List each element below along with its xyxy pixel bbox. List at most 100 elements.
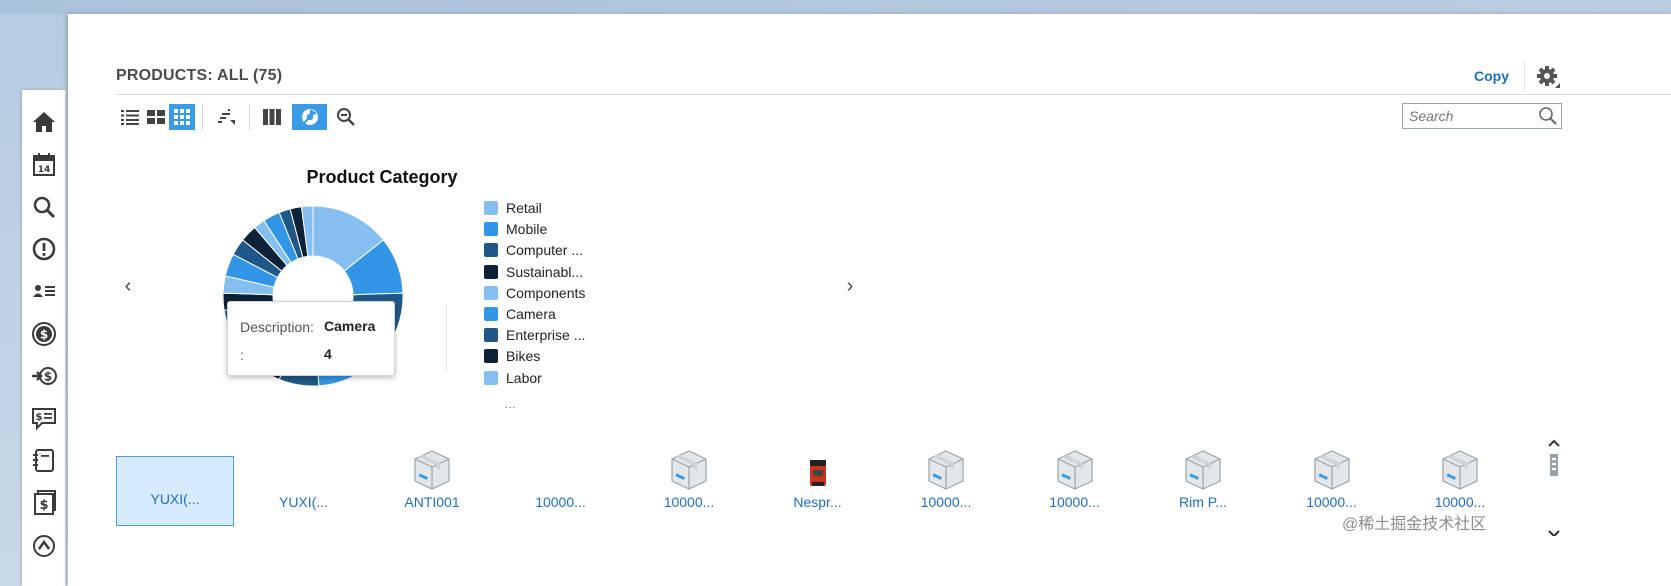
legend-swatch — [484, 307, 498, 321]
legend-item[interactable]: Bikes — [484, 346, 540, 366]
zoom-filter-icon[interactable] — [333, 104, 359, 130]
tooltip-description-value: Camera — [324, 318, 376, 334]
product-card-label[interactable]: YUXI(... — [150, 491, 199, 507]
contacts-list-icon[interactable] — [30, 277, 58, 305]
legend-item[interactable]: Components — [484, 283, 585, 303]
legend-swatch — [484, 243, 498, 258]
svg-text:$: $ — [36, 412, 43, 423]
legend-item[interactable]: Mobile — [484, 219, 547, 239]
product-card-label[interactable]: ANTI001 — [404, 494, 459, 510]
legend-item[interactable]: Labor — [484, 368, 542, 388]
product-card[interactable]: 10000... — [502, 456, 620, 526]
product-card-label[interactable]: 10000... — [1435, 494, 1486, 510]
legend-swatch — [484, 201, 498, 215]
legend-label: Retail — [506, 200, 542, 216]
alert-icon[interactable] — [30, 235, 58, 263]
search-input[interactable] — [1403, 104, 1533, 128]
calendar-day: 14 — [38, 165, 51, 175]
product-box-icon — [1440, 448, 1480, 492]
product-card[interactable]: Rim P... — [1144, 450, 1262, 526]
product-box-icon — [412, 448, 452, 492]
search-icon[interactable] — [30, 193, 58, 221]
title-divider — [116, 94, 1671, 95]
cards-scroll-control[interactable] — [1544, 436, 1564, 538]
product-card[interactable]: 10000... — [630, 450, 748, 526]
transfer-dollar-icon[interactable]: $ — [30, 362, 58, 390]
notebook-icon[interactable] — [30, 446, 58, 474]
product-box-icon — [926, 448, 966, 492]
search-icon[interactable] — [1538, 106, 1558, 126]
legend-label: Sustainabl... — [506, 263, 584, 280]
scroll-down-icon — [1548, 530, 1560, 538]
columns-icon[interactable] — [259, 104, 285, 130]
toolbar-separator — [249, 104, 250, 130]
invoice-dollar-icon[interactable]: $ — [30, 488, 58, 516]
legend-label: Bikes — [506, 348, 541, 365]
product-box-icon — [1183, 448, 1223, 492]
tooltip-count-label: : — [240, 347, 244, 363]
sidebar: 14 $ $ $ $ — [22, 90, 66, 586]
product-cards-row: YUXI(... YUXI(... ANTI001 10000... 10000... N… — [116, 450, 1556, 526]
product-card-label[interactable]: 10000... — [921, 494, 972, 510]
product-card-label[interactable]: Nespr... — [793, 494, 841, 510]
product-card-label[interactable]: Rim P... — [1179, 494, 1227, 510]
legend-item[interactable]: Camera — [484, 304, 556, 324]
coffee-machine-icon — [798, 448, 838, 492]
tooltip-count-value: 4 — [324, 346, 332, 362]
legend-swatch — [484, 370, 498, 385]
legend-item[interactable]: Computer ... — [484, 240, 583, 260]
chart-tooltip: Description: Camera : 4 — [227, 301, 395, 376]
product-box-icon — [669, 448, 709, 492]
toolbar-separator — [202, 104, 203, 130]
legend-more: ... — [505, 400, 517, 411]
chart-view-icon[interactable] — [292, 104, 327, 130]
price-chat-icon[interactable]: $ — [30, 404, 58, 432]
legend-item[interactable]: Enterprise ... — [484, 325, 585, 345]
legend-label: Components — [506, 284, 586, 301]
watermark: @稀土掘金技术社区 — [1342, 516, 1487, 533]
legend-label: Computer ... — [506, 242, 584, 259]
product-box-icon — [1312, 448, 1352, 492]
gear-icon[interactable] — [1535, 64, 1561, 90]
product-box-icon — [1055, 448, 1095, 492]
product-card[interactable]: 10000... — [1016, 450, 1134, 526]
product-card[interactable]: YUXI(... — [245, 456, 363, 526]
product-card-label[interactable]: 10000... — [535, 494, 586, 510]
search-field[interactable] — [1402, 103, 1562, 129]
product-card[interactable]: YUXI(... — [116, 456, 234, 526]
chart-next-arrow[interactable]: › — [840, 274, 860, 298]
product-card[interactable]: ANTI001 — [373, 450, 491, 526]
page-title: PRODUCTS: ALL (75) — [116, 67, 283, 84]
legend-swatch — [484, 285, 498, 300]
list-view-icon[interactable] — [117, 104, 143, 130]
legend-label: Camera — [506, 306, 556, 322]
legend-item[interactable]: Retail — [484, 198, 542, 218]
calendar-icon[interactable]: 14 — [30, 150, 58, 178]
window-top-strip — [0, 0, 1671, 14]
scroll-up-icon — [1548, 439, 1560, 447]
sort-icon[interactable] — [213, 104, 239, 130]
legend-swatch — [484, 264, 498, 279]
product-card-label[interactable]: 10000... — [1306, 494, 1357, 510]
main-panel: PRODUCTS: ALL (75) Copy Search ‹ › Produ… — [68, 14, 1671, 586]
grid-view-icon[interactable] — [169, 104, 195, 130]
product-card-label[interactable]: 10000... — [1049, 494, 1100, 510]
svg-text:$: $ — [39, 498, 48, 513]
product-card-label[interactable]: YUXI(... — [279, 494, 328, 510]
chart-prev-arrow[interactable]: ‹ — [118, 274, 138, 298]
copy-button[interactable]: Copy — [1474, 68, 1509, 84]
product-card-label[interactable]: 10000... — [664, 494, 715, 510]
legend-swatch — [484, 222, 498, 237]
product-card[interactable]: 10000... — [887, 450, 1005, 526]
home-icon[interactable] — [30, 108, 58, 136]
product-card[interactable]: Nespr... — [759, 456, 877, 526]
tooltip-description-label: Description: — [240, 319, 314, 335]
legend-item[interactable]: Sustainabl... — [484, 262, 583, 282]
dollar-circle-icon[interactable]: $ — [30, 320, 58, 348]
legend-label: Mobile — [506, 221, 548, 238]
arrow-circle-icon[interactable] — [30, 530, 58, 558]
svg-text:$: $ — [44, 370, 52, 384]
chart-divider — [446, 304, 447, 372]
legend-swatch — [484, 349, 498, 364]
table-view-icon[interactable] — [143, 104, 169, 130]
